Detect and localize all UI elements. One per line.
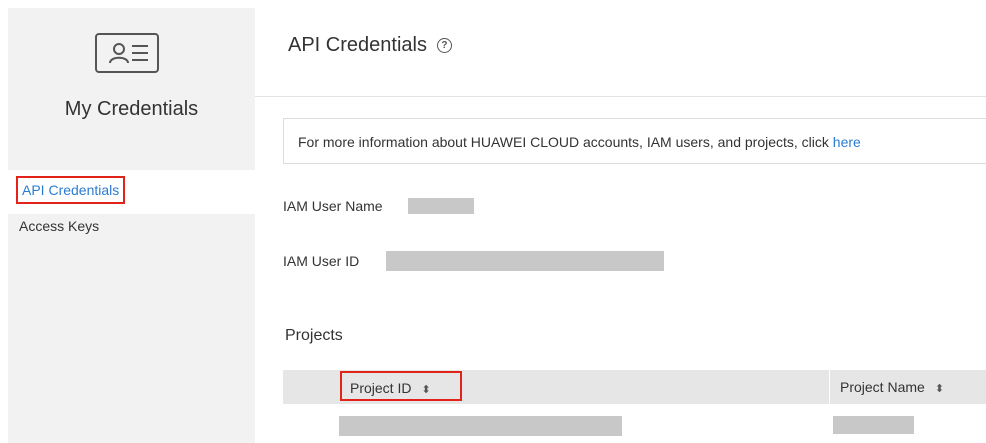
sidebar-item-label: API Credentials	[16, 176, 126, 204]
card-lines	[132, 45, 148, 66]
credentials-card-icon	[95, 33, 159, 73]
divider	[255, 96, 986, 97]
iam-user-name-label: IAM User Name	[283, 198, 383, 214]
iam-user-id-value	[386, 251, 664, 271]
column-separator	[829, 370, 830, 404]
column-label: Project Name	[840, 379, 925, 395]
person-icon	[109, 43, 129, 64]
help-icon[interactable]: ?	[436, 38, 452, 53]
sidebar: My Credentials API Credentials Access Ke…	[8, 8, 255, 443]
iam-user-id-label: IAM User ID	[283, 253, 360, 269]
main-content: API Credentials? For more information ab…	[255, 0, 986, 443]
sort-icon[interactable]: ⬍	[421, 384, 430, 396]
info-banner: For more information about HUAWEI CLOUD …	[283, 118, 986, 164]
column-project-id[interactable]: Project ID ⬍	[340, 371, 462, 401]
sidebar-item-access-keys[interactable]: Access Keys	[8, 216, 255, 236]
page-title: API Credentials?	[288, 34, 452, 57]
sidebar-title: My Credentials	[64, 98, 199, 120]
sidebar-item-api-credentials[interactable]: API Credentials	[8, 170, 255, 214]
projects-title: Projects	[285, 327, 343, 344]
info-text: For more information about HUAWEI CLOUD …	[298, 134, 833, 150]
column-label: Project ID	[350, 380, 412, 396]
page-title-text: API Credentials	[288, 34, 427, 56]
projects-table-header: Project ID ⬍ Project Name ⬍	[283, 370, 986, 404]
project-id-cell	[339, 416, 622, 436]
sort-icon[interactable]: ⬍	[935, 383, 944, 395]
column-project-name[interactable]: Project Name ⬍	[840, 370, 944, 404]
info-link[interactable]: here	[833, 134, 861, 150]
project-name-cell	[833, 416, 914, 434]
iam-user-name-value	[408, 198, 474, 214]
